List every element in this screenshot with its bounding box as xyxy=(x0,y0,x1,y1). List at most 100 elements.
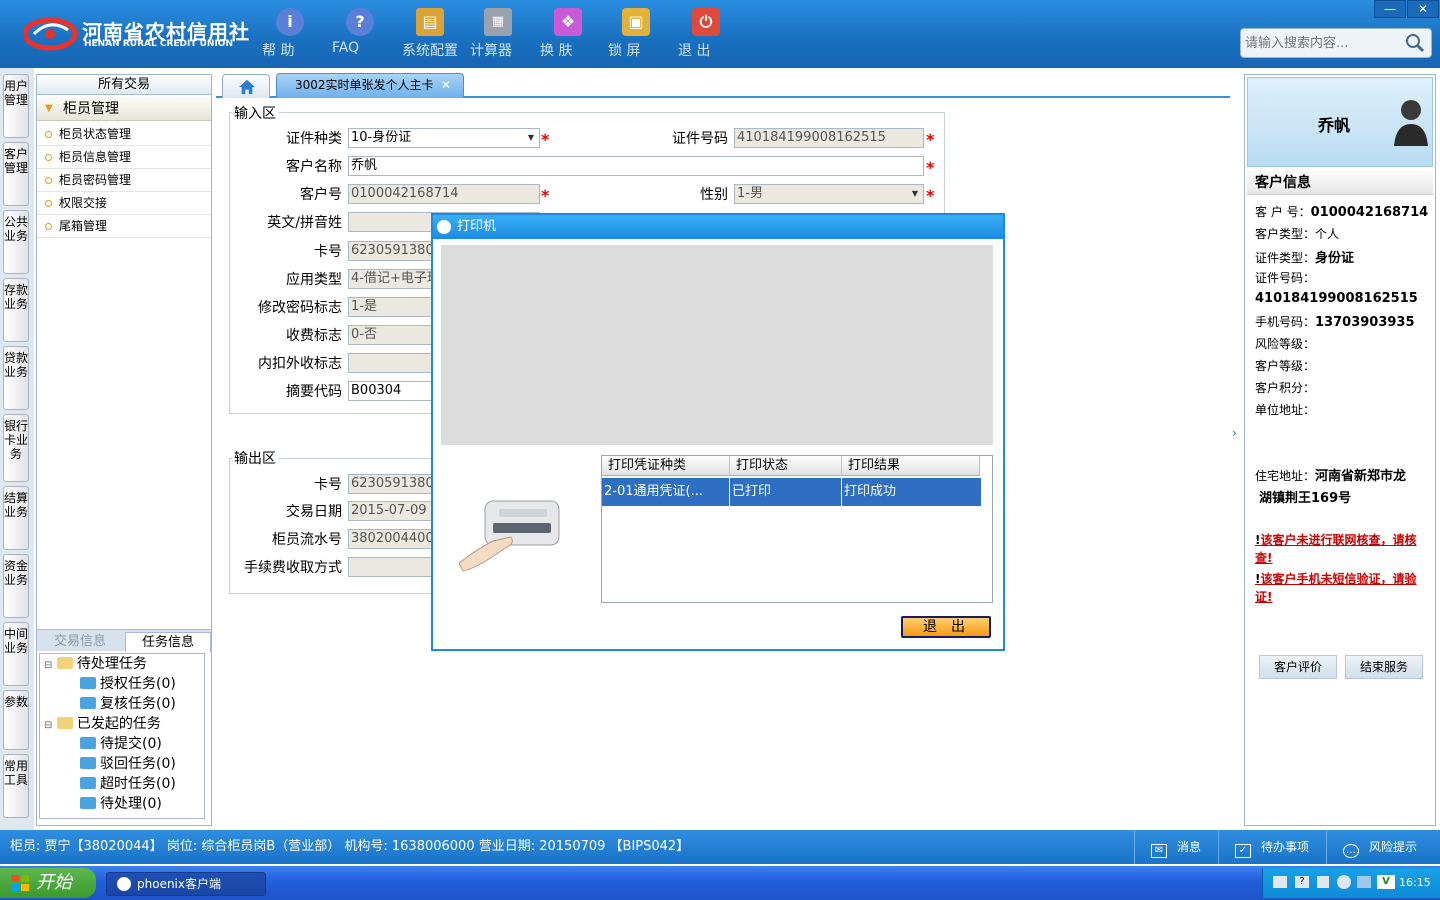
help-button[interactable]: i 帮 助 xyxy=(262,8,318,60)
warning-link-sms[interactable]: 该客户手机未短信验证，请验证! xyxy=(1255,570,1433,606)
app-type-label: 应用类型 xyxy=(286,272,342,288)
customer-evaluation-button[interactable]: 客户评价 xyxy=(1259,655,1337,679)
table-row[interactable]: 2-01通用凭证(... 已打印 打印成功 xyxy=(602,478,982,506)
tab-bar: 3002实时单张发个人主卡 ✕ xyxy=(216,72,1230,98)
tree-node-to-process[interactable]: 待处理(0) xyxy=(80,794,162,814)
info-customer-level: 客户等级： xyxy=(1255,359,1316,373)
gender-select[interactable]: 1-男 ▼ xyxy=(734,184,924,204)
network-icon[interactable] xyxy=(1317,876,1329,888)
info-id-no: 410184199008162515 xyxy=(1255,291,1418,306)
vtab-loan-business[interactable]: 贷款业务 xyxy=(3,346,29,410)
required-mark: * xyxy=(926,186,935,205)
tab-transaction-info[interactable]: 交易信息 xyxy=(37,632,123,652)
teller-serial-label: 柜员流水号 xyxy=(272,532,342,548)
tab-home[interactable] xyxy=(222,74,270,98)
vtab-public-business[interactable]: 公共业务 xyxy=(3,210,29,274)
required-mark: * xyxy=(541,186,550,205)
status-text: 柜员: 贾宁【38020044】 岗位: 综合柜员岗B（营业部） 机构号: 16… xyxy=(10,839,690,854)
end-service-button[interactable]: 结束服务 xyxy=(1345,655,1423,679)
vtab-user-management[interactable]: 用户管理 xyxy=(3,74,29,138)
exit-button[interactable]: 退出 xyxy=(901,616,991,638)
faq-icon: ? xyxy=(346,8,374,36)
menu-item-teller-password[interactable]: 柜员密码管理 xyxy=(37,169,211,192)
info-customer-points: 客户积分： xyxy=(1255,381,1316,395)
help-icon: i xyxy=(276,8,304,36)
vtab-bank-card-business[interactable]: 银行卡业务 xyxy=(3,414,29,482)
fee-mode-label: 手续费收取方式 xyxy=(244,560,342,576)
messages-button[interactable]: ✉ 消息 xyxy=(1134,830,1228,864)
summary-code-label: 摘要代码 xyxy=(286,384,342,400)
vtab-fund-business[interactable]: 资金业务 xyxy=(3,554,29,618)
menu-item-tail-box[interactable]: 尾箱管理 xyxy=(37,215,211,238)
required-mark: * xyxy=(541,130,550,149)
taskbar-item-phoenix[interactable]: phoenix客户端 xyxy=(106,872,266,896)
column-header-print-status[interactable]: 打印状态 xyxy=(730,456,842,476)
top-header: 河南省农村信用社 HENAN RURAL CREDIT UNION i 帮 助 … xyxy=(0,0,1440,68)
task-tree: ⊟ 待处理任务 授权任务(0) 复核任务(0) ⊟ 已发起的任务 待提交(0) … xyxy=(39,653,205,819)
risk-alert-button[interactable]: … 风险提示 xyxy=(1326,830,1440,864)
cell-print-status: 已打印 xyxy=(730,478,842,506)
dialog-title-bar[interactable]: 打印机 xyxy=(433,215,1003,239)
tree-node-timeout[interactable]: 超时任务(0) xyxy=(80,774,176,794)
task-icon xyxy=(80,737,96,749)
customer-name: 乔帆 xyxy=(1318,116,1351,135)
lock-screen-button[interactable]: ▣ 锁 屏 xyxy=(608,8,664,60)
customer-name-field[interactable]: 乔帆 xyxy=(348,156,924,176)
skin-button[interactable]: ❖ 换 肤 xyxy=(540,8,596,60)
start-button[interactable]: 开始 xyxy=(0,868,96,898)
clock[interactable]: 16:15 xyxy=(1399,868,1431,898)
customer-info-title: 客户信息 xyxy=(1247,171,1433,195)
search-box xyxy=(1240,28,1432,58)
close-window-button[interactable]: ✕ xyxy=(1407,0,1439,18)
all-transactions-header[interactable]: 所有交易 xyxy=(37,75,211,95)
vtab-settlement-business[interactable]: 结算业务 xyxy=(3,486,29,550)
display-icon[interactable] xyxy=(1357,876,1371,888)
left-panel-tabs: 交易信息 任务信息 xyxy=(37,629,211,652)
id-number-field[interactable]: 410184199008162515 xyxy=(734,128,924,148)
warning-link-verify[interactable]: 该客户未进行联网核查，请核查! xyxy=(1255,531,1433,567)
tab-card-issue[interactable]: 3002实时单张发个人主卡 ✕ xyxy=(276,73,464,98)
tree-node-authorize[interactable]: 授权任务(0) xyxy=(80,674,176,694)
id-type-select[interactable]: 10-身份证 ▼ xyxy=(348,128,540,148)
print-preview-area xyxy=(441,245,993,445)
column-header-voucher-type[interactable]: 打印凭证种类 xyxy=(602,456,730,476)
help-tray-icon[interactable]: ? xyxy=(1295,876,1309,888)
vtab-intermediary-business[interactable]: 中间业务 xyxy=(3,622,29,686)
minimize-button[interactable]: — xyxy=(1374,0,1406,18)
menu-item-teller-status[interactable]: 柜员状态管理 xyxy=(37,123,211,146)
vtab-customer-management[interactable]: 客户管理 xyxy=(3,142,29,206)
gender-label: 性别 xyxy=(700,187,728,203)
close-tab-icon[interactable]: ✕ xyxy=(441,74,451,96)
calculator-button[interactable]: ▦ 计算器 xyxy=(470,8,526,60)
tree-node-review[interactable]: 复核任务(0) xyxy=(80,694,176,714)
tab-task-info[interactable]: 任务信息 xyxy=(125,632,211,652)
trade-date-label: 交易日期 xyxy=(286,504,342,520)
info-home-address-2: 湖镇荆王169号 xyxy=(1259,491,1352,506)
tree-node-initiated[interactable]: ⊟ 已发起的任务 xyxy=(44,714,161,736)
tree-node-rejected[interactable]: 驳回任务(0) xyxy=(80,754,176,774)
info-home-address: 住宅地址：河南省新郑市龙 xyxy=(1255,469,1407,484)
menu-item-teller-info[interactable]: 柜员信息管理 xyxy=(37,146,211,169)
config-button[interactable]: ▤ 系统配置 xyxy=(402,8,458,60)
column-header-print-result[interactable]: 打印结果 xyxy=(842,456,980,476)
vtab-parameters[interactable]: 参数 xyxy=(3,690,29,750)
customer-header: 乔帆 xyxy=(1247,77,1433,167)
back-icon[interactable] xyxy=(1337,875,1351,889)
menu-item-permission-handover[interactable]: 权限交接 xyxy=(37,192,211,215)
search-input[interactable] xyxy=(1245,34,1405,52)
teller-management-group[interactable]: ▼ 柜员管理 xyxy=(37,97,211,121)
tree-node-pending[interactable]: ⊟ 待处理任务 xyxy=(44,654,147,676)
input-area-legend: 输入区 xyxy=(232,103,278,123)
collapse-handle[interactable]: › xyxy=(1232,426,1242,470)
vtab-common-tools[interactable]: 常用工具 xyxy=(3,754,29,818)
search-icon[interactable] xyxy=(1405,33,1425,53)
vtab-deposit-business[interactable]: 存款业务 xyxy=(3,278,29,342)
exit-button-top[interactable]: ⏻ 退 出 xyxy=(678,8,734,60)
ime-icon[interactable]: V xyxy=(1377,875,1395,889)
keyboard-icon[interactable] xyxy=(1273,876,1287,888)
tree-node-to-submit[interactable]: 待提交(0) xyxy=(80,734,162,754)
faq-button[interactable]: ? FAQ xyxy=(332,8,388,60)
todo-button[interactable]: ✓ 待办事项 xyxy=(1218,830,1324,864)
customer-no-field[interactable]: 0100042168714 xyxy=(348,184,540,204)
checkbox-icon: ✓ xyxy=(1235,844,1251,858)
